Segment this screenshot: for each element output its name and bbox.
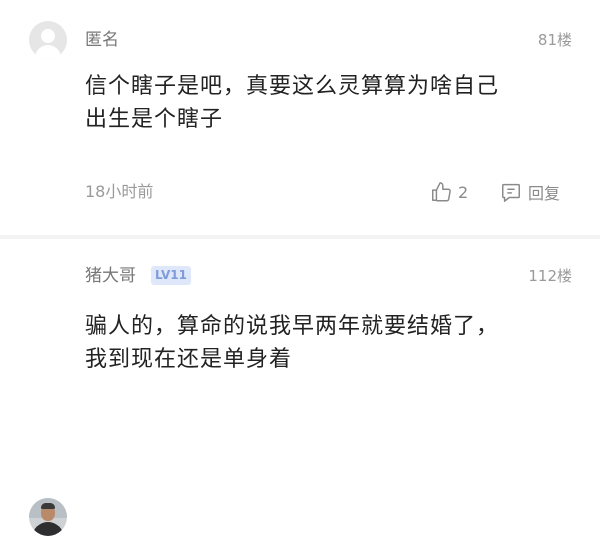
like-count: 2 [458, 182, 469, 202]
reply-label: 回复 [528, 184, 561, 203]
comment-icon [502, 183, 520, 202]
level-badge: LV11 [151, 266, 191, 285]
floor-number: 81楼 [537, 31, 572, 49]
avatar-photo-hair [41, 503, 55, 509]
user-photo-avatar[interactable] [29, 498, 67, 536]
reply-button[interactable]: 回复 [500, 180, 560, 204]
avatar-photo-body [32, 522, 64, 536]
comment-item: 匿名 81楼 信个瞎子是吧，真要这么灵算算为啥自己 出生是个瞎子 18小时前 2… [0, 0, 600, 235]
comment-text: 骗人的，算命的说我早两年就要结婚了， 我到现在还是单身着 [85, 314, 500, 372]
like-button[interactable]: 2 [430, 180, 468, 204]
floor-number: 112楼 [528, 267, 572, 285]
avatar-shoulders-shape [35, 45, 61, 59]
comment-username[interactable]: 猪大哥 [85, 266, 136, 286]
comment-timestamp: 18小时前 [85, 182, 154, 201]
thumbs-up-icon [432, 182, 451, 202]
comment-username[interactable]: 匿名 [85, 30, 119, 50]
anonymous-avatar[interactable] [29, 21, 67, 59]
comment-text: 信个瞎子是吧，真要这么灵算算为啥自己 出生是个瞎子 [85, 74, 500, 132]
avatar-head-shape [41, 29, 55, 43]
